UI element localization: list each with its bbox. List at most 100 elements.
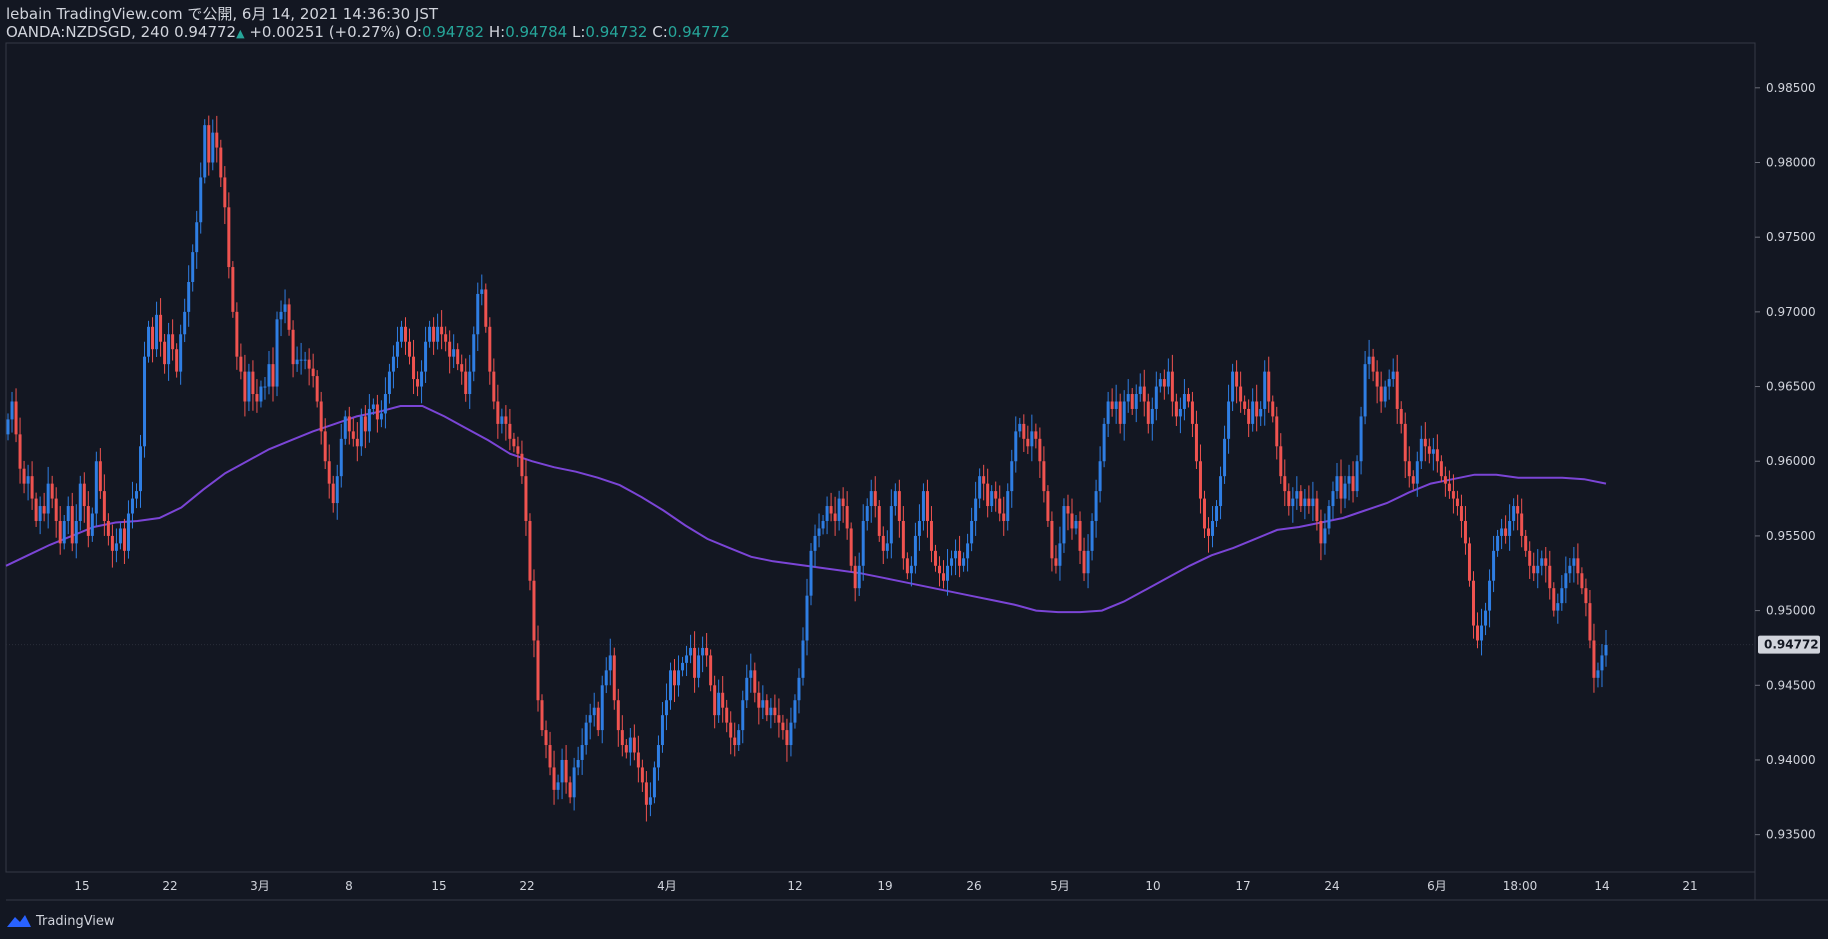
price-tick-label: 0.94500 <box>1766 678 1816 692</box>
candle-body <box>106 520 110 536</box>
candle-body <box>933 550 937 566</box>
candle-body <box>347 416 351 432</box>
candle-body <box>1459 506 1463 521</box>
candle-body <box>793 700 797 723</box>
candle-body <box>1307 498 1311 507</box>
candle-body <box>203 125 207 178</box>
candle-body <box>1323 528 1327 544</box>
candle-body <box>1118 401 1122 424</box>
candle-body <box>881 535 885 551</box>
candle-body <box>94 461 98 514</box>
candle-body <box>1082 550 1086 574</box>
candle-body <box>644 782 648 805</box>
candle-body <box>1219 476 1223 507</box>
candle-body <box>359 416 363 447</box>
candle-body <box>239 356 243 372</box>
time-tick-label: 18:00 <box>1503 879 1538 893</box>
candle-body <box>34 498 38 521</box>
candle-body <box>1596 670 1600 678</box>
candle-body <box>215 132 219 148</box>
tradingview-logo-icon[interactable] <box>6 913 32 929</box>
candle-body <box>994 491 998 499</box>
candle-body <box>524 476 528 521</box>
candle-body <box>1572 558 1576 566</box>
price-chart[interactable]: 0.98500 0.98000 0.97500 0.97000 0.96500 0.960… <box>0 0 1828 939</box>
candle-body <box>1343 483 1347 499</box>
candle-body <box>745 677 749 701</box>
candle-body <box>673 670 677 686</box>
candle-body <box>1375 371 1379 387</box>
candle-body <box>448 341 452 357</box>
time-tick-label: 12 <box>787 879 802 893</box>
candle-body <box>1239 386 1243 402</box>
candle-body <box>1367 356 1371 365</box>
candle-body <box>1271 401 1275 417</box>
candle-body <box>500 416 504 424</box>
candle-body <box>223 177 227 208</box>
candle-body <box>432 326 436 342</box>
candle-body <box>82 483 86 507</box>
candle-body <box>954 550 958 559</box>
candle-body <box>1182 394 1186 409</box>
candle-body <box>1315 498 1319 521</box>
candle-body <box>1319 520 1323 544</box>
candle-body <box>122 528 126 551</box>
candle-body <box>424 341 428 372</box>
candle-body <box>1476 625 1480 641</box>
candle-body <box>946 565 950 581</box>
candle-body <box>837 498 841 521</box>
candle-body <box>1114 401 1118 409</box>
candle-body <box>817 528 821 536</box>
candle-body <box>22 468 26 484</box>
candle-body <box>861 520 865 566</box>
candle-body <box>383 394 387 414</box>
candle-body <box>251 371 255 395</box>
time-tick-label: 3月 <box>250 879 270 893</box>
candle-body <box>1528 550 1532 566</box>
candle-body <box>865 506 869 521</box>
candle-body <box>685 655 689 663</box>
time-tick-label: 14 <box>1594 879 1609 893</box>
candle-body <box>905 558 909 574</box>
candle-body <box>1439 461 1443 477</box>
time-tick-label: 26 <box>966 879 981 893</box>
candle-body <box>1327 506 1331 529</box>
candle-body <box>496 401 500 424</box>
candle-body <box>753 670 757 693</box>
candle-body <box>1516 506 1520 514</box>
brand-label[interactable]: TradingView <box>36 914 115 929</box>
candle-body <box>869 491 873 507</box>
candle-body <box>970 520 974 544</box>
candle-body <box>371 404 375 409</box>
candle-body <box>1480 625 1484 641</box>
time-tick-label: 15 <box>74 879 89 893</box>
candle-body <box>705 647 709 656</box>
candle-body <box>1094 491 1098 521</box>
candle-body <box>1544 558 1548 566</box>
candle-body <box>403 326 407 342</box>
candle-body <box>648 797 652 805</box>
candle-body <box>159 314 163 342</box>
candle-body <box>355 438 359 447</box>
time-tick-label: 24 <box>1324 879 1339 893</box>
candle-body <box>207 125 211 163</box>
candle-body <box>588 715 592 723</box>
candle-body <box>295 359 299 365</box>
candle-body <box>929 520 933 551</box>
candle-body <box>412 356 416 380</box>
candle-body <box>713 685 717 716</box>
candle-body <box>1186 394 1190 402</box>
candle-body <box>1154 386 1158 409</box>
candle-body <box>516 446 520 454</box>
candle-body <box>1407 461 1411 477</box>
candle-body <box>1451 491 1455 499</box>
candle-body <box>259 386 263 402</box>
candle-body <box>1556 603 1560 611</box>
candle-body <box>600 685 604 731</box>
candle-body <box>885 543 889 551</box>
candle-body <box>1030 431 1034 447</box>
candle-body <box>436 326 440 342</box>
candle-body <box>1291 498 1295 507</box>
candle-body <box>1259 408 1263 417</box>
candle-body <box>1492 550 1496 581</box>
